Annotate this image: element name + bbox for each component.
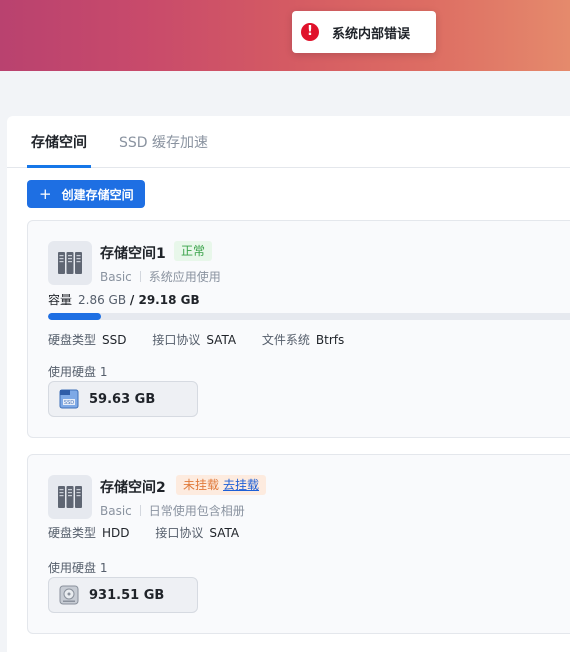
- prop-value: SATA: [206, 333, 237, 347]
- capacity-bar-fill: [48, 313, 101, 320]
- storage-meta: Basic 系统应用使用: [100, 268, 221, 285]
- storage-purpose: 系统应用使用: [148, 270, 221, 284]
- prop-value: SATA: [209, 526, 240, 540]
- storage-name: 存储空间2: [100, 480, 166, 496]
- disk-count: 使用硬盘 1: [48, 561, 108, 575]
- status-badge: 未挂载 去挂载: [176, 475, 267, 495]
- tab-ssd-cache[interactable]: SSD 缓存加速: [119, 132, 208, 152]
- toast-message: 系统内部错误: [332, 26, 411, 42]
- create-storage-button[interactable]: + 创建存储空间: [27, 180, 145, 208]
- disk-chip[interactable]: 931.51 GB: [48, 577, 198, 613]
- create-storage-label: 创建存储空间: [61, 187, 134, 202]
- status-badge: 正常: [174, 241, 213, 261]
- storage-name: 存储空间1: [100, 246, 166, 262]
- capacity-used: 2.86 GB: [78, 293, 127, 307]
- capacity-bar: [48, 313, 570, 320]
- active-tab-indicator: [27, 165, 91, 168]
- server-icon: [48, 241, 92, 285]
- raid-type: Basic: [100, 270, 132, 284]
- storage-panel: 存储空间 SSD 缓存加速 + 创建存储空间 存储空间1 正常 Basic 系统…: [7, 116, 570, 652]
- prop-value: HDD: [102, 526, 130, 540]
- disk-size: 59.63 GB: [89, 391, 156, 407]
- storage-properties: 硬盘类型 SSD 接口协议 SATA 文件系统 Btrfs: [48, 331, 366, 348]
- header-banner: [0, 0, 570, 71]
- error-toast: ! 系统内部错误: [292, 11, 436, 53]
- ssd-icon: SSD: [59, 389, 79, 409]
- status-text: 未挂载: [183, 478, 220, 492]
- prop-label: 接口协议: [155, 526, 204, 540]
- storage-meta: Basic 日常使用包含相册: [100, 502, 245, 519]
- capacity-info: 容量 2.86 GB / 29.18 GB: [48, 291, 200, 308]
- tab-bar: 存储空间 SSD 缓存加速: [7, 116, 570, 168]
- prop-label: 接口协议: [152, 333, 201, 347]
- disk-count: 使用硬盘 1: [48, 365, 108, 379]
- prop-value: SSD: [102, 333, 127, 347]
- prop-label: 文件系统: [261, 333, 310, 347]
- plus-icon: +: [39, 185, 52, 203]
- mount-link[interactable]: 去挂载: [223, 478, 259, 492]
- storage-purpose: 日常使用包含相册: [148, 504, 245, 518]
- error-icon: !: [301, 23, 319, 41]
- capacity-label: 容量: [48, 293, 73, 307]
- raid-type: Basic: [100, 504, 132, 518]
- prop-label: 硬盘类型: [48, 526, 97, 540]
- storage-card-1[interactable]: 存储空间1 正常 Basic 系统应用使用 容量 2.86 GB / 29.18 G…: [27, 220, 570, 438]
- disk-chip[interactable]: SSD 59.63 GB: [48, 381, 198, 417]
- disk-size: 931.51 GB: [89, 587, 165, 603]
- capacity-total: / 29.18 GB: [129, 293, 200, 307]
- storage-properties: 硬盘类型 HDD 接口协议 SATA: [48, 524, 261, 541]
- svg-text:SSD: SSD: [64, 400, 74, 406]
- prop-label: 硬盘类型: [48, 333, 97, 347]
- tab-storage-space[interactable]: 存储空间: [31, 132, 87, 152]
- server-icon: [48, 475, 92, 519]
- hdd-icon: [59, 585, 79, 605]
- prop-value: Btrfs: [315, 333, 345, 347]
- storage-card-2[interactable]: 存储空间2 未挂载 去挂载 Basic 日常使用包含相册 硬盘类型 HDD 接口协议 S…: [27, 454, 570, 634]
